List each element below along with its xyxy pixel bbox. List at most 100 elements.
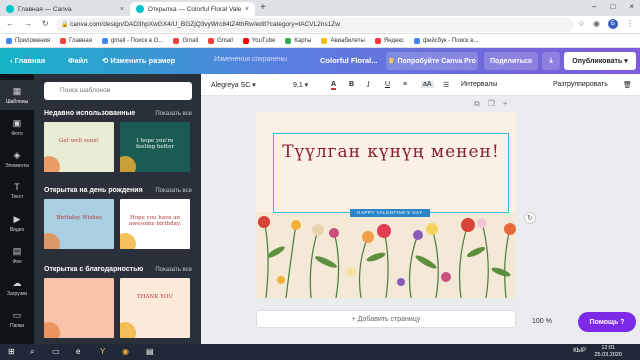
tab-design[interactable]: Открытка — Colorful Floral Vale ×: [130, 2, 255, 16]
publish-button[interactable]: Опубликовать ▾: [564, 52, 636, 70]
underline-icon[interactable]: U: [385, 81, 390, 88]
document-name[interactable]: Colorful Floral...: [320, 56, 378, 65]
canva-favicon-icon: [6, 5, 14, 13]
rail-item-4[interactable]: ▶ Видео: [0, 208, 34, 238]
text-toolbar: Alegreya SC ▾ 9,1 ▾ A B I U ≡ aA ☰ Интер…: [201, 74, 640, 96]
menu-icon[interactable]: ⋮: [626, 19, 634, 29]
align-icon[interactable]: ≡: [403, 81, 407, 88]
card-decoration: [44, 233, 60, 249]
spacing-button[interactable]: Интервалы: [461, 81, 497, 88]
save-status: Изменения сохранены: [214, 56, 288, 63]
copy-page-icon[interactable]: ⧉: [474, 99, 480, 109]
rail-icon: ☁: [12, 278, 22, 288]
bookmark-favicon-icon: [285, 37, 292, 44]
show-all-link[interactable]: Показать все: [155, 111, 192, 117]
bookmark-item[interactable]: gmail - Поиск в G...: [101, 37, 163, 44]
template-card[interactable]: Hope you have an awesome birthday.: [120, 199, 190, 249]
bookmark-item[interactable]: фейсбук - Поиск в...: [414, 37, 478, 44]
add-page-button[interactable]: + Добавить страницу: [256, 310, 516, 328]
canva-header: ‹ Главная Файл ⟲ Изменить размер Изменен…: [0, 48, 640, 74]
close-icon[interactable]: ×: [245, 6, 249, 13]
text-color-icon[interactable]: A: [331, 81, 337, 90]
italic-icon[interactable]: I: [367, 81, 370, 89]
rail-item-0[interactable]: ▦ Шаблоны: [0, 80, 34, 110]
rail-item-5[interactable]: ▤ Фон: [0, 240, 34, 270]
font-select[interactable]: Alegreya SC ▾: [211, 81, 256, 89]
card-decoration: [120, 233, 136, 249]
left-rail: ▦ Шаблоны ▣ Фото ◈ Элементы T Текст ▶ Видео ▤ Фон ☁ З…: [0, 74, 34, 344]
resize-button[interactable]: ⟲ Изменить размер: [102, 56, 175, 65]
rail-item-3[interactable]: T Текст: [0, 176, 34, 206]
rail-item-6[interactable]: ☁ Загрузки: [0, 272, 34, 302]
bookmark-item[interactable]: Карты: [285, 37, 311, 44]
new-tab-button[interactable]: +: [260, 2, 266, 13]
bold-icon[interactable]: B: [349, 81, 354, 88]
design-canvas[interactable]: Түүлган күнүң менен! HAPPY VALENTINE'S D…: [256, 112, 516, 298]
language-indicator[interactable]: КЫР: [573, 348, 586, 354]
home-link[interactable]: ‹ Главная: [10, 56, 45, 65]
rotate-handle-icon[interactable]: ↻: [524, 212, 536, 224]
rail-item-1[interactable]: ▣ Фото: [0, 112, 34, 142]
rail-icon: ▤: [12, 246, 22, 256]
add-page-icon[interactable]: +: [503, 99, 508, 109]
design-title-text[interactable]: Түүлган күнүң менен!: [273, 135, 509, 169]
ungroup-button[interactable]: Разгруппировать: [553, 81, 608, 88]
url-field[interactable]: 🔒 canva.com/design/DAD3hpXwGX4/U_BGZjQ3v…: [56, 18, 574, 32]
template-card[interactable]: Get well soon!: [44, 122, 114, 172]
font-size-select[interactable]: 9,1 ▾: [293, 81, 308, 89]
section-title: Открытка на день рождения: [44, 187, 143, 194]
show-all-link[interactable]: Показать все: [155, 267, 192, 273]
avatar[interactable]: Б: [608, 19, 618, 29]
list-icon[interactable]: ☰: [443, 81, 449, 89]
minimize-icon[interactable]: –: [592, 2, 596, 11]
star-icon[interactable]: ☆: [578, 19, 585, 29]
os-taskbar: ⊞ ⌕ ▭ e Y ◉ ▤ КЫР 12:01 25.03.2020: [0, 344, 640, 360]
edge-icon[interactable]: e: [76, 347, 80, 356]
bookmark-item[interactable]: Яндекс: [374, 37, 404, 44]
file-menu[interactable]: Файл: [68, 56, 88, 65]
try-pro-button[interactable]: ♛ Попробуйте Canva Pro: [386, 52, 478, 70]
download-icon[interactable]: ⤓: [542, 52, 560, 70]
search-icon[interactable]: ⌕: [30, 347, 34, 357]
chrome-icon[interactable]: ◉: [122, 347, 129, 356]
rail-item-7[interactable]: ▭ Папки: [0, 304, 34, 334]
bookmark-item[interactable]: YouTube: [242, 37, 275, 44]
extension-icon[interactable]: ◉: [593, 19, 600, 29]
back-icon[interactable]: ←: [6, 19, 14, 28]
bookmark-item[interactable]: Главная: [60, 37, 92, 44]
bookmark-item[interactable]: Gmail: [173, 37, 198, 44]
template-card[interactable]: [44, 278, 114, 338]
rail-label: Загрузки: [6, 291, 28, 297]
window-controls: – □ ×: [592, 2, 634, 11]
show-all-link[interactable]: Показать все: [155, 188, 192, 194]
search-input[interactable]: [44, 82, 192, 100]
template-card[interactable]: I hope you're feeling better: [120, 122, 190, 172]
files-icon[interactable]: ▤: [146, 347, 154, 356]
close-window-icon[interactable]: ×: [629, 2, 634, 11]
reload-icon[interactable]: ↻: [42, 19, 49, 28]
bookmark-item[interactable]: Авиабилеты: [321, 37, 365, 44]
template-card[interactable]: THANK YOU: [120, 278, 190, 338]
help-button[interactable]: Помощь ?: [578, 312, 636, 332]
rail-item-2[interactable]: ◈ Элементы: [0, 144, 34, 174]
clock[interactable]: 12:01 25.03.2020: [594, 345, 622, 359]
duplicate-icon[interactable]: ❐: [488, 99, 495, 109]
case-icon[interactable]: aA: [421, 81, 434, 88]
tab-home[interactable]: Главная — Canva ×: [0, 2, 130, 16]
bookmark-item[interactable]: Приложения: [6, 37, 50, 44]
close-icon[interactable]: ×: [120, 6, 124, 13]
share-button[interactable]: Поделиться: [484, 52, 538, 70]
zoom-level[interactable]: 100 %: [532, 318, 552, 325]
tab-title: Главная — Canva: [18, 5, 72, 13]
windows-start-icon[interactable]: ⊞: [8, 347, 15, 356]
rail-icon: ▭: [12, 310, 22, 320]
template-card[interactable]: Birthday Wishes: [44, 199, 114, 249]
forward-icon[interactable]: →: [24, 19, 32, 28]
maximize-icon[interactable]: □: [610, 2, 615, 11]
bookmark-item[interactable]: Gmail: [208, 37, 233, 44]
canva-favicon-icon: [136, 5, 144, 13]
task-view-icon[interactable]: ▭: [52, 347, 60, 356]
trash-icon[interactable]: 🗑: [623, 81, 632, 89]
yandex-icon[interactable]: Y: [100, 347, 105, 356]
valentine-ribbon[interactable]: HAPPY VALENTINE'S DAY: [350, 209, 430, 217]
